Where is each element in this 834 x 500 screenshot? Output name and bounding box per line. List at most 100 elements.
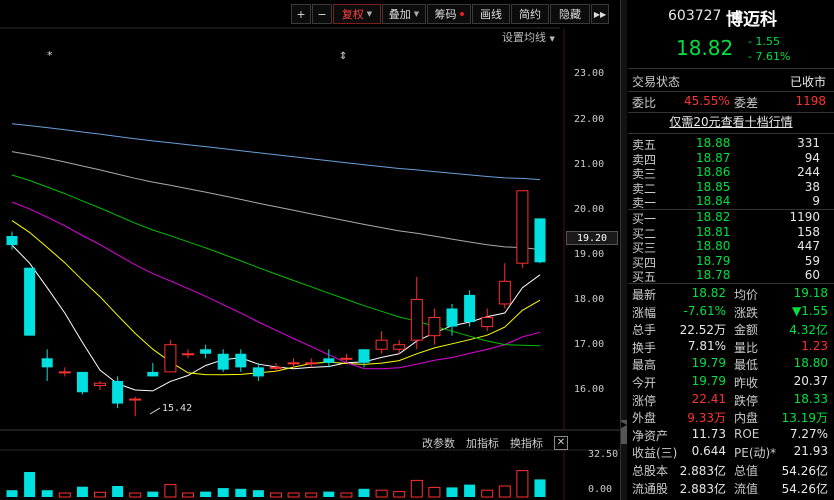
volume-tick: 0.00 (588, 484, 613, 495)
stat-row: 涨停 22.41 跌停 18.33 (628, 392, 834, 409)
fuquan-label: 复权 (341, 8, 364, 21)
order-volume: 447 (797, 239, 820, 254)
candle-body[interactable] (464, 294, 476, 323)
candle-body[interactable] (305, 362, 318, 365)
candle-body[interactable] (287, 362, 300, 365)
divider (628, 283, 834, 284)
candle-body[interactable] (217, 353, 229, 370)
ma-settings-button[interactable]: 设置均线 ▼ (502, 29, 555, 45)
candle-body[interactable] (58, 371, 71, 374)
candle-body[interactable] (516, 190, 529, 264)
chevron-down-icon: ▼ (549, 35, 555, 43)
status-row: 交易状态 已收市 (628, 73, 834, 90)
price-tick: 17.00 (574, 339, 605, 350)
volume-bar (305, 492, 318, 498)
volume-bar (340, 492, 353, 498)
candle-body[interactable] (428, 317, 441, 337)
close-icon[interactable]: ✕ (554, 436, 568, 450)
stat-value: 2.883亿 (679, 464, 726, 478)
expand-icon[interactable]: ▶▶ (591, 4, 609, 24)
simple-mode-button[interactable]: 简约 (511, 4, 549, 24)
current-price-tag: 19.20 (566, 231, 618, 245)
volume-bar (58, 492, 71, 498)
stat-value: 18.80 (793, 356, 828, 371)
stat-label: 总股本 (632, 464, 669, 478)
candle-body[interactable] (200, 349, 212, 354)
candle-body[interactable] (446, 308, 458, 327)
stat-row: 总股本 2.883亿 总值 54.26亿 (628, 462, 834, 479)
volume-bar (358, 488, 370, 497)
stat-label: 流通股 (632, 481, 669, 496)
candle-body[interactable] (358, 349, 370, 363)
candle-body[interactable] (323, 358, 335, 363)
switch-indicator-button[interactable]: 换指标 (510, 435, 543, 451)
price-tick: 18.00 (574, 294, 605, 305)
add-indicator-button[interactable]: 加指标 (466, 435, 499, 451)
candle-body[interactable] (182, 353, 194, 356)
stat-label: 昨收 (734, 376, 759, 390)
stat-value: 7.81% (687, 338, 726, 353)
moving-average-line (11, 123, 541, 181)
price-tick: 22.00 (574, 114, 605, 125)
hide-button[interactable]: 隐藏 (550, 4, 590, 24)
fuquan-button[interactable]: 复权 ▼ (333, 4, 381, 24)
order-volume: 158 (797, 224, 820, 239)
edit-params-button[interactable]: 改参数 (422, 435, 455, 451)
overlay-label: 叠加 (388, 8, 411, 21)
divider (628, 68, 834, 69)
order-volume: 331 (797, 136, 820, 150)
volume-bar (252, 490, 264, 497)
volume-bar (112, 486, 124, 497)
chevron-down-icon: ▼ (366, 10, 373, 18)
stat-label: 今开 (632, 376, 657, 390)
zoom-out-button[interactable]: − (312, 4, 332, 24)
stat-value: 2.883亿 (679, 481, 726, 496)
volume-bar (164, 484, 177, 498)
candle-body[interactable] (252, 367, 264, 377)
stat-row: 最高 19.79 最低 18.80 (628, 356, 834, 373)
candle-body[interactable] (129, 398, 142, 401)
volume-tick: 32.50 (588, 449, 619, 460)
level10-promo-link[interactable]: 仅需20元查看十档行情 (628, 113, 834, 130)
candle-body[interactable] (112, 380, 124, 404)
volume-bar (76, 486, 88, 497)
price-change-pct: - 7.61% (748, 50, 791, 63)
zoom-in-button[interactable]: + (291, 4, 311, 24)
candle-body[interactable] (147, 371, 159, 377)
quote-panel: 603727 博迈科 18.82 - 1.55 - 7.61% 交易状态 已收市… (628, 0, 834, 500)
draw-line-button[interactable]: 画线 (472, 4, 510, 24)
stat-label: 量比 (734, 340, 759, 355)
candle-body[interactable] (375, 339, 388, 350)
marker-star: * (47, 49, 53, 62)
candle-body[interactable] (235, 353, 247, 368)
candle-body[interactable] (393, 344, 406, 350)
stat-row: 总手 22.52万 金额 4.32亿 (628, 321, 834, 338)
notification-dot-icon (459, 12, 464, 16)
moving-average-line (11, 220, 541, 376)
overlay-button[interactable]: 叠加 ▼ (382, 4, 426, 24)
wb-label: 委比 (632, 96, 657, 110)
change-block: - 1.55 - 7.61% (748, 34, 790, 64)
stat-label: 换手 (632, 340, 657, 355)
volume-bar (6, 490, 18, 497)
candle-body[interactable] (24, 267, 36, 336)
stat-row: 收益(三) 0.644 PE(动)* 21.93 (628, 444, 834, 461)
candle-body[interactable] (340, 357, 353, 360)
candle-body[interactable] (94, 382, 106, 386)
chips-button[interactable]: 筹码 (427, 4, 471, 24)
candle-body[interactable] (76, 371, 88, 393)
stat-label: 净资产 (632, 428, 669, 443)
candle-body[interactable] (481, 317, 494, 328)
kline-chart[interactable]: * ⇕ (0, 0, 620, 500)
candle-body[interactable] (164, 344, 177, 373)
candle-body[interactable] (534, 218, 546, 263)
collapse-panel-icon[interactable]: ▶ (621, 420, 627, 444)
candle-body[interactable] (41, 358, 53, 368)
candle-body[interactable] (270, 366, 282, 369)
candle-body[interactable] (6, 236, 18, 246)
stat-row: 换手 7.81% 量比 1.23 (628, 339, 834, 356)
kline-chart-area[interactable]: * ⇕ + − 复权 ▼ 叠加 ▼ 筹码 画线 简约 隐藏 ▶▶ 设置均线 ▼ 23… (0, 0, 620, 500)
candle-body[interactable] (410, 298, 423, 341)
volume-bar (287, 492, 300, 498)
candle-body[interactable] (498, 280, 511, 305)
